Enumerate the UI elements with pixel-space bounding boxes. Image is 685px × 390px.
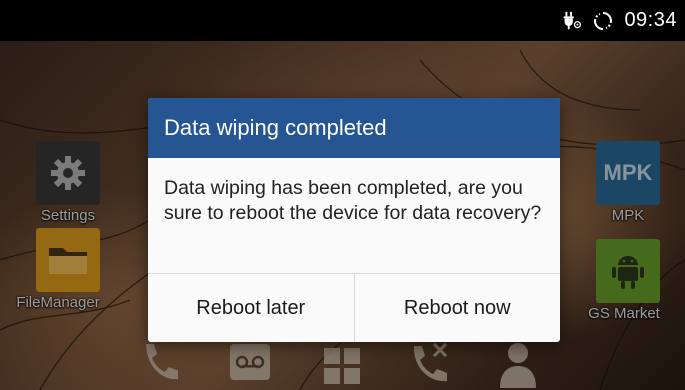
status-clock: 09:34	[624, 9, 677, 31]
dialog-button-bar: Reboot later Reboot now	[148, 273, 560, 342]
sync-icon	[592, 10, 614, 32]
reboot-later-button[interactable]: Reboot later	[148, 274, 354, 342]
usb-debug-icon	[560, 10, 582, 32]
status-bar: 09:34	[0, 0, 685, 41]
dialog-message: Data wiping has been completed, are you …	[164, 177, 542, 224]
reboot-now-button[interactable]: Reboot now	[353, 274, 561, 342]
reboot-dialog: Data wiping completed Data wiping has be…	[148, 98, 560, 342]
dialog-title: Data wiping completed	[148, 98, 560, 158]
